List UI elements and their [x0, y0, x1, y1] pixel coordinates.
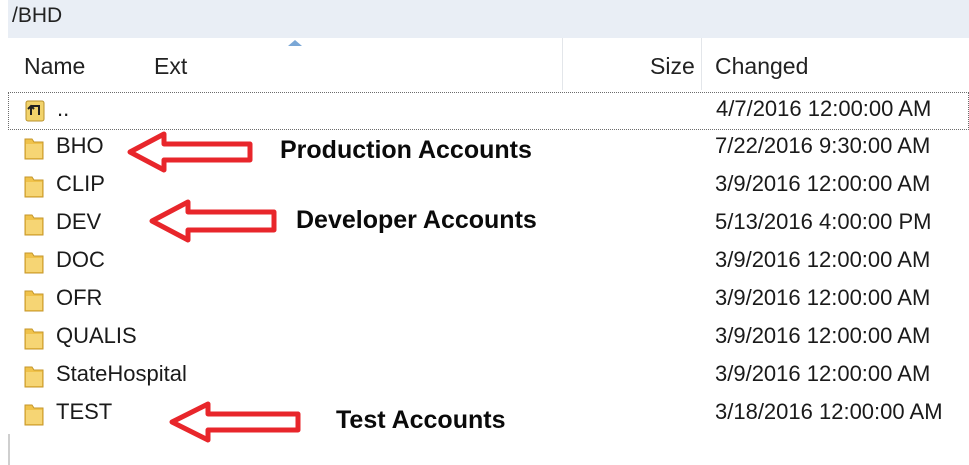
column-header: Name Ext Size Changed	[8, 38, 969, 90]
list-item-parent-directory[interactable]: .. 4/7/2016 12:00:00 AM	[8, 92, 969, 130]
left-arrow-icon	[149, 199, 277, 243]
column-header-name[interactable]: Name	[24, 38, 85, 90]
list-item-folder[interactable]: DOC 3/9/2016 12:00:00 AM	[8, 244, 969, 282]
path-bar: /BHD	[8, 0, 969, 39]
panel-edge	[8, 434, 10, 465]
column-divider[interactable]	[701, 38, 702, 90]
row-changed: 3/18/2016 12:00:00 AM	[715, 399, 943, 424]
folder-icon	[24, 249, 44, 275]
list-item-folder[interactable]: StateHospital 3/9/2016 12:00:00 AM	[8, 358, 969, 396]
folder-icon	[24, 401, 44, 427]
annotation-developer: Developer Accounts	[296, 206, 537, 234]
folder-icon	[24, 173, 44, 199]
current-path: /BHD	[12, 4, 63, 27]
column-divider[interactable]	[562, 38, 563, 90]
row-changed: 5/13/2016 4:00:00 PM	[715, 209, 932, 234]
annotation-test: Test Accounts	[336, 406, 506, 434]
annotation-production: Production Accounts	[280, 136, 532, 164]
row-name: StateHospital	[56, 361, 187, 386]
folder-icon	[24, 211, 44, 237]
column-header-changed[interactable]: Changed	[715, 38, 808, 90]
row-changed: 3/9/2016 12:00:00 AM	[715, 171, 931, 196]
row-changed: 4/7/2016 12:00:00 AM	[716, 96, 932, 121]
row-name: CLIP	[56, 171, 105, 196]
row-changed: 3/9/2016 12:00:00 AM	[715, 323, 931, 348]
row-changed: 3/9/2016 12:00:00 AM	[715, 247, 931, 272]
folder-icon	[24, 287, 44, 313]
row-name: DEV	[56, 209, 102, 234]
left-arrow-icon	[127, 131, 253, 173]
folder-icon	[24, 135, 44, 161]
column-header-size[interactable]: Size	[650, 38, 695, 90]
row-changed: 3/9/2016 12:00:00 AM	[715, 361, 931, 386]
left-arrow-icon	[169, 401, 301, 443]
list-item-folder[interactable]: OFR 3/9/2016 12:00:00 AM	[8, 282, 969, 320]
folder-icon	[24, 325, 44, 351]
row-name: BHO	[56, 133, 104, 158]
row-changed: 3/9/2016 12:00:00 AM	[715, 285, 931, 310]
row-changed: 7/22/2016 9:30:00 AM	[715, 133, 931, 158]
column-header-ext[interactable]: Ext	[154, 38, 187, 90]
list-item-folder[interactable]: QUALIS 3/9/2016 12:00:00 AM	[8, 320, 969, 358]
parent-directory-icon	[25, 98, 45, 124]
row-name: DOC	[56, 247, 105, 272]
row-name: ..	[57, 96, 70, 121]
folder-icon	[24, 363, 44, 389]
sort-ascending-icon	[288, 40, 302, 46]
row-name: TEST	[56, 399, 113, 424]
row-name: QUALIS	[56, 323, 137, 348]
row-name: OFR	[56, 285, 103, 310]
